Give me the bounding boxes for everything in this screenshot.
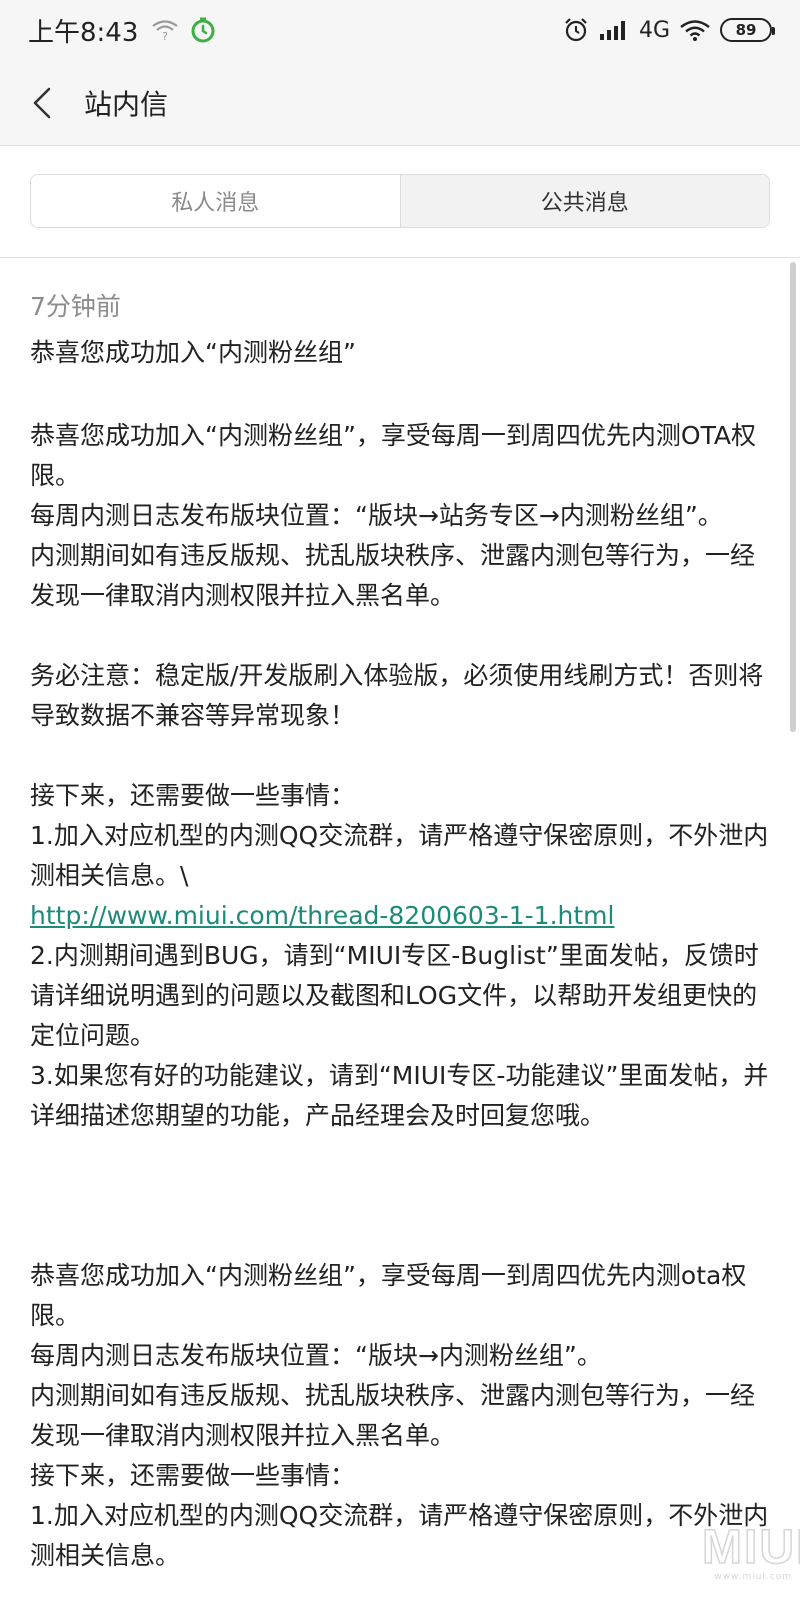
message-title: 恭喜您成功加入“内测粉丝组”: [30, 338, 356, 367]
miui-watermark: MIUI www.miui.com: [701, 1521, 800, 1584]
thread-link[interactable]: http://www.miui.com/thread-8200603-1-1.h…: [30, 901, 615, 930]
back-button[interactable]: [0, 60, 84, 146]
wifi-question-icon: ?: [152, 20, 179, 41]
message-paragraph: 每周内测日志发布版块位置：“版块→内测粉丝组”。: [30, 1341, 602, 1370]
message-paragraph: 务必注意：稳定版/开发版刷入体验版，必须使用线刷方式！否则将导致数据不兼容等异常…: [30, 661, 764, 730]
message-paragraph: 恭喜您成功加入“内测粉丝组”，享受每周一到周四优先内测OTA权限。: [30, 421, 757, 490]
wifi-icon: [680, 20, 710, 41]
tabs-area: 私人消息 公共消息: [0, 146, 800, 258]
page-title: 站内信: [84, 87, 169, 121]
message-time: 7分钟前: [30, 292, 121, 321]
message-tabs: 私人消息 公共消息: [30, 174, 770, 228]
battery-icon: 89: [720, 18, 775, 42]
signal-icon: [599, 21, 625, 40]
timer-icon: [191, 17, 215, 43]
message-paragraph: 2.内测期间遇到BUG，请到“MIUI专区-Buglist”里面发帖，反馈时请详…: [30, 941, 759, 1050]
watermark-brand: MIUI: [701, 1521, 800, 1574]
message-paragraph: 1.加入对应机型的内测QQ交流群，请严格遵守保密原则，不外泄内测相关信息。\: [30, 821, 769, 890]
message-paragraph: 内测期间如有违反版规、扰乱版块秩序、泄露内测包等行为，一经发现一律取消内测权限并…: [30, 1381, 756, 1450]
watermark-site: www.miui.com: [714, 1572, 792, 1582]
scrollbar[interactable]: [790, 262, 796, 732]
chevron-left-icon: [33, 87, 51, 118]
message-paragraph: 1.加入对应机型的内测QQ交流群，请严格遵守保密原则，不外泄内测相关信息。: [30, 1501, 769, 1570]
tab-private-messages[interactable]: 私人消息: [31, 175, 400, 227]
title-bar: 站内信: [0, 60, 800, 146]
status-bar: 上午8:43 ? 4G 89: [0, 0, 800, 60]
message-paragraph: 接下来，还需要做一些事情：: [30, 1461, 356, 1490]
message-paragraph: 接下来，还需要做一些事情：: [30, 781, 356, 810]
message-paragraph: 每周内测日志发布版块位置：“版块→站务专区→内测粉丝组”。: [30, 501, 723, 530]
alarm-icon: [565, 18, 587, 42]
message-body: 恭喜您成功加入“内测粉丝组”，享受每周一到周四优先内测OTA权限。 每周内测日志…: [30, 376, 770, 1576]
network-type: 4G: [638, 17, 670, 43]
message-paragraph: 内测期间如有违反版规、扰乱版块秩序、泄露内测包等行为，一经发现一律取消内测权限并…: [30, 541, 756, 610]
status-time: 上午8:43: [28, 17, 139, 48]
message-paragraph: 恭喜您成功加入“内测粉丝组”，享受每周一到周四优先内测ota权限。: [30, 1261, 747, 1330]
message-paragraph: 3.如果您有好的功能建议，请到“MIUI专区-功能建议”里面发帖，并详细描述您期…: [30, 1061, 769, 1130]
tab-public-messages[interactable]: 公共消息: [399, 175, 769, 227]
message-content[interactable]: 7分钟前 恭喜您成功加入“内测粉丝组” 恭喜您成功加入“内测粉丝组”，享受每周一…: [0, 258, 800, 1600]
svg-text:?: ?: [162, 30, 168, 41]
